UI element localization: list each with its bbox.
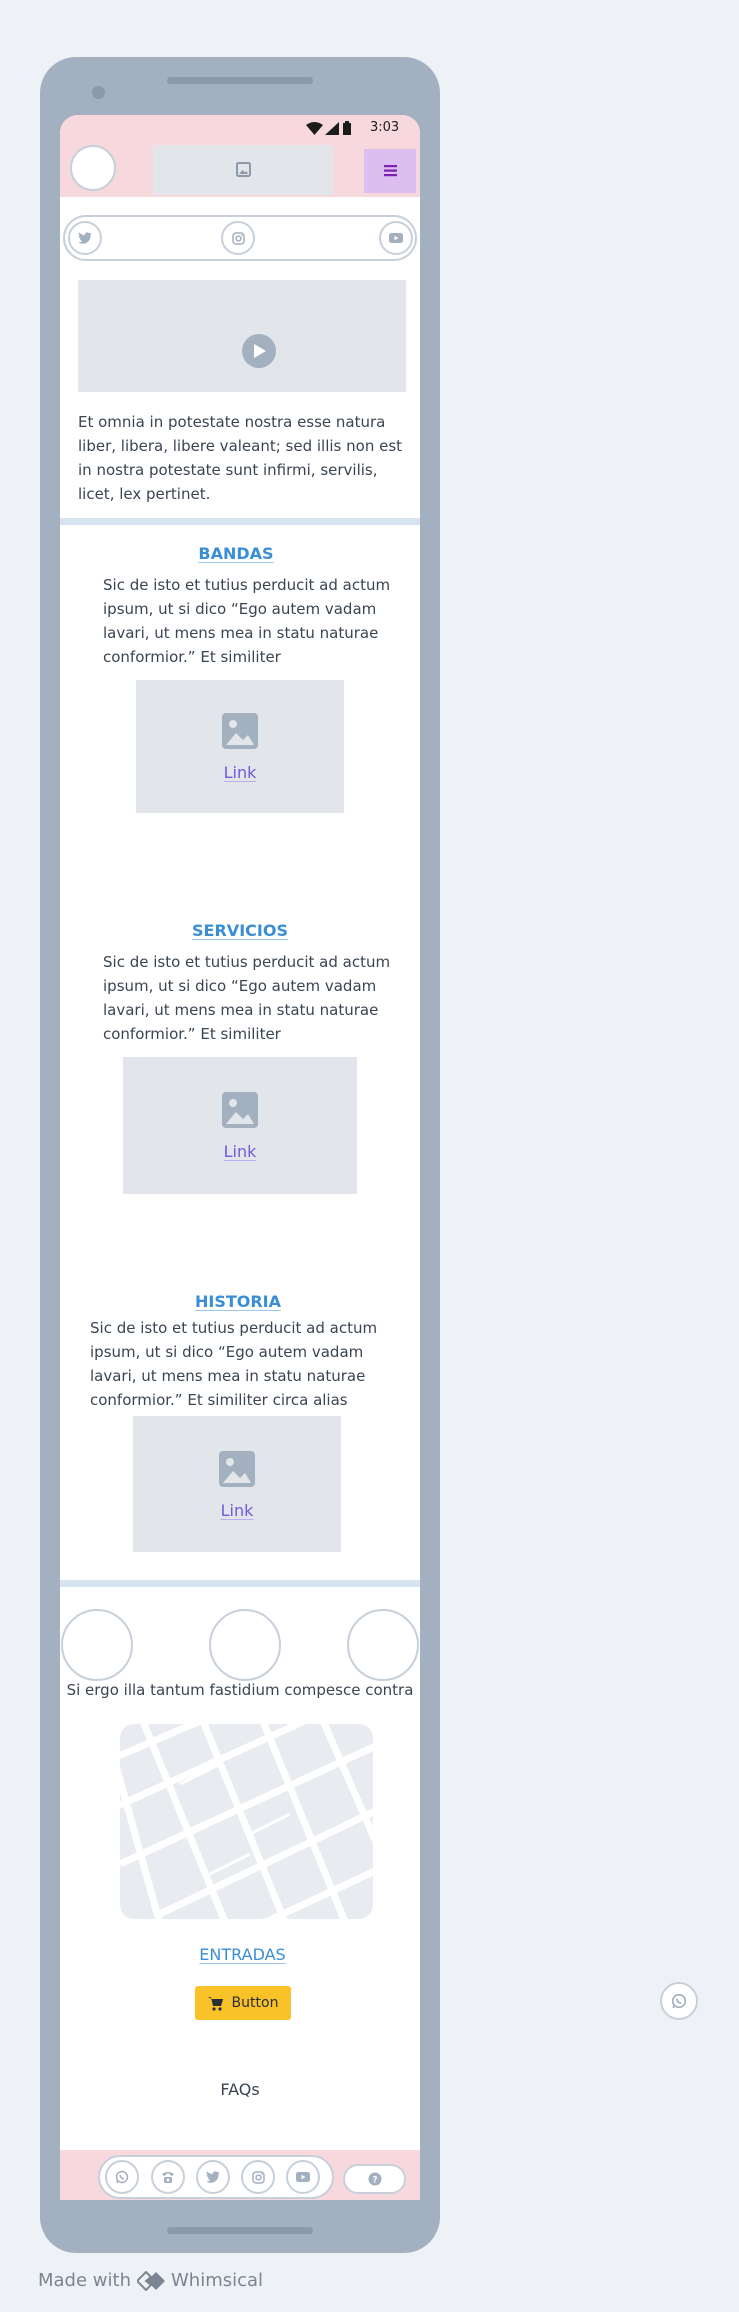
phone-icon [162,2172,174,2183]
image-icon [222,1092,258,1128]
floating-whatsapp-button[interactable] [660,1982,698,2020]
status-time: 3:03 [370,120,400,135]
video-placeholder[interactable] [78,280,406,392]
section-text-historia: Sic de isto et tutius perducit ad actum … [90,1319,378,1409]
hamburger-icon [384,165,397,177]
twitter-button[interactable] [68,221,102,255]
partner-logo-3[interactable] [347,1609,419,1681]
youtube-button[interactable] [286,2160,320,2194]
svg-text:?: ? [372,2176,377,2186]
instagram-icon [251,2170,265,2184]
help-icon: ? [368,2172,381,2186]
whimsical-logo-icon [136,2270,165,2291]
phone-home-bar [167,2227,313,2234]
section-text-bandas: Sic de isto et tutius perducit ad actum … [103,576,391,666]
partner-logo-1[interactable] [61,1609,133,1681]
tickets-title[interactable]: ENTRADAS [60,1945,420,1964]
wifi-icon [306,122,323,135]
youtube-icon [389,233,403,243]
map-streets [120,1724,373,1919]
twitter-button[interactable] [196,2160,230,2194]
section-text-servicios: Sic de isto et tutius perducit ad actum … [103,953,391,1043]
buy-button-label: Button [231,1995,279,2011]
instagram-icon [231,231,245,245]
cart-icon [207,1996,223,2011]
whatsapp-icon [671,1993,687,2009]
image-icon [236,162,251,177]
play-button[interactable] [242,334,276,368]
battery-icon [343,121,351,135]
whatsapp-button[interactable] [105,2160,139,2194]
instagram-button[interactable] [221,221,255,255]
partner-logo-2[interactable] [209,1609,281,1681]
section-title-bandas[interactable]: BANDAS [60,544,412,563]
header-image-placeholder [153,145,333,195]
phone-camera [92,86,105,99]
section-image-servicios: Link [123,1057,357,1194]
social-bar [63,215,417,261]
phone-button[interactable] [151,2160,185,2194]
section-divider [60,1580,420,1587]
phone-screen: 3:03 Et omnia in potestate nostra esse n… [60,115,420,2200]
buy-button[interactable]: Button [195,1986,291,2020]
partners-caption: Si ergo illa tantum fastidium compesce c… [66,1681,414,1699]
play-icon [254,344,266,358]
section-image-historia: Link [133,1416,341,1552]
logo-placeholder[interactable] [70,145,116,191]
image-icon [222,713,258,749]
made-with-brand: Whimsical [170,2270,264,2291]
made-with-badge[interactable]: Made with Whimsical [38,2270,263,2291]
image-icon [219,1450,255,1487]
section-divider [60,518,420,525]
youtube-icon [296,2172,310,2182]
instagram-button[interactable] [241,2160,275,2194]
section-title-historia[interactable]: HISTORIA [60,1292,416,1311]
section-link-historia[interactable]: Link [221,1501,254,1520]
youtube-button[interactable] [379,221,413,255]
made-with-prefix: Made with [38,2270,131,2291]
section-link-servicios[interactable]: Link [224,1142,257,1161]
section-link-bandas[interactable]: Link [224,763,257,782]
phone-speaker [167,77,313,84]
intro-text: Et omnia in potestate nostra esse natura… [78,413,403,503]
signal-icon [325,122,339,135]
section-title-servicios[interactable]: SERVICIOS [60,921,420,940]
whatsapp-icon [115,2170,129,2184]
help-button[interactable]: ? [343,2164,406,2194]
twitter-icon [78,232,92,244]
twitter-icon [206,2171,220,2183]
faqs-link[interactable]: FAQs [60,2080,420,2099]
footer-contact-pill [98,2155,334,2199]
status-bar: 3:03 [60,115,420,143]
menu-button[interactable] [364,149,416,193]
map-placeholder[interactable] [120,1724,373,1919]
section-image-bandas: Link [136,680,344,813]
